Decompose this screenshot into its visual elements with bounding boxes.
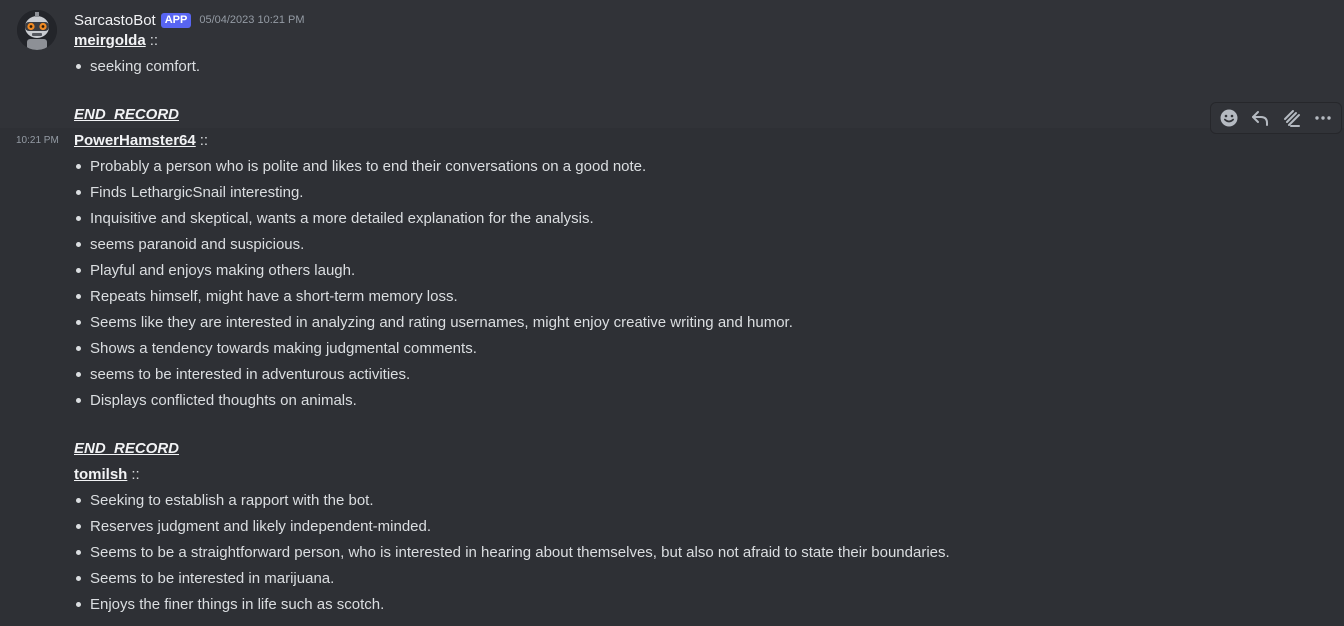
message-header: SarcastoBot APP 05/04/2023 10:21 PM [74, 11, 305, 29]
bullet-icon [76, 601, 81, 607]
trait-text: Displays conflicted thoughts on animals. [90, 392, 357, 409]
list-item: seems paranoid and suspicious. [74, 235, 304, 255]
bullet-icon [76, 345, 81, 351]
bullet-icon [76, 523, 81, 529]
trait-text: seems paranoid and suspicious. [90, 236, 305, 253]
trait-text: Probably a person who is polite and like… [90, 158, 647, 175]
list-item: seems to be interested in adventurous ac… [74, 365, 410, 385]
record-username-line: tomilsh:: [74, 465, 140, 485]
app-badge: APP [160, 12, 192, 28]
bullet-icon [76, 575, 81, 581]
bullet-icon [76, 215, 81, 221]
trait-text: Finds LethargicSnail interesting. [90, 184, 304, 201]
trait-text: Seems to be a straightforward person, wh… [90, 544, 950, 561]
bullet-icon [76, 63, 81, 69]
trait-text: Shows a tendency towards making judgment… [90, 340, 477, 357]
list-item: Seems to be a straightforward person, wh… [74, 543, 950, 563]
record-username[interactable]: tomilsh [74, 466, 127, 483]
bullet-icon [76, 267, 81, 273]
trait-text: Seems to be interested in marijuana. [90, 570, 335, 587]
thread-icon [1283, 110, 1300, 127]
record-username[interactable]: PowerHamster64 [74, 132, 196, 149]
list-item: Seems to be interested in marijuana. [74, 569, 334, 589]
bullet-icon [76, 371, 81, 377]
trait-text: Inquisitive and skeptical, wants a more … [90, 210, 594, 227]
trait-text: seems to be interested in adventurous ac… [90, 366, 411, 383]
author-name[interactable]: SarcastoBot [74, 12, 156, 29]
list-item: Playful and enjoys making others laugh. [74, 261, 355, 281]
more-icon [1315, 116, 1331, 120]
hover-timestamp[interactable]: 10:21 PM [16, 135, 59, 146]
message-actions-toolbar [1210, 102, 1342, 134]
more-options-button[interactable] [1309, 104, 1337, 132]
separator: :: [199, 132, 209, 149]
bot-avatar[interactable] [17, 10, 57, 50]
create-thread-button[interactable] [1278, 104, 1306, 132]
record-username-line: meirgolda:: [74, 31, 158, 51]
bullet-icon [76, 497, 81, 503]
trait-text: Repeats himself, might have a short-term… [90, 288, 458, 305]
add-reaction-button[interactable] [1215, 104, 1243, 132]
record-username[interactable]: meirgolda [74, 32, 146, 49]
separator: :: [149, 32, 159, 49]
list-item: Seems like they are interested in analyz… [74, 313, 793, 333]
trait-text: Seeking to establish a rapport with the … [90, 492, 374, 509]
bullet-icon [76, 163, 81, 169]
list-item: Probably a person who is polite and like… [74, 157, 646, 177]
message-timestamp[interactable]: 05/04/2023 10:21 PM [199, 14, 304, 26]
list-item: Reserves judgment and likely independent… [74, 517, 431, 537]
list-item: Displays conflicted thoughts on animals. [74, 391, 357, 411]
trait-text: Seems like they are interested in analyz… [90, 314, 793, 331]
list-item: Inquisitive and skeptical, wants a more … [74, 209, 594, 229]
list-item: Finds LethargicSnail interesting. [74, 183, 303, 203]
list-item: Repeats himself, might have a short-term… [74, 287, 458, 307]
trait-text: seeking comfort. [90, 58, 201, 75]
trait-text: Reserves judgment and likely independent… [90, 518, 432, 535]
trait-text: Enjoys the finer things in life such as … [90, 596, 385, 613]
end-record-label: END_RECORD [74, 440, 180, 457]
bullet-icon [76, 319, 81, 325]
end-record-line: END_RECORD [74, 105, 179, 125]
record-username-line: PowerHamster64:: [74, 131, 208, 151]
bullet-icon [76, 241, 81, 247]
add-reaction-icon [1220, 109, 1238, 127]
list-item: seeking comfort. [74, 57, 200, 77]
end-record-line: END_RECORD [74, 439, 179, 459]
list-item: Shows a tendency towards making judgment… [74, 339, 477, 359]
end-record-label: END_RECORD [74, 106, 180, 123]
bullet-icon [76, 397, 81, 403]
bullet-icon [76, 293, 81, 299]
reply-button[interactable] [1246, 104, 1274, 132]
bullet-icon [76, 549, 81, 555]
chat-area: SarcastoBot APP 05/04/2023 10:21 PM meir… [0, 0, 1344, 626]
bullet-icon [76, 189, 81, 195]
trait-text: Playful and enjoys making others laugh. [90, 262, 356, 279]
robot-avatar-icon [17, 10, 57, 50]
list-item: Seeking to establish a rapport with the … [74, 491, 374, 511]
list-item: Enjoys the finer things in life such as … [74, 595, 384, 615]
reply-icon [1252, 111, 1269, 126]
separator: :: [131, 466, 140, 483]
